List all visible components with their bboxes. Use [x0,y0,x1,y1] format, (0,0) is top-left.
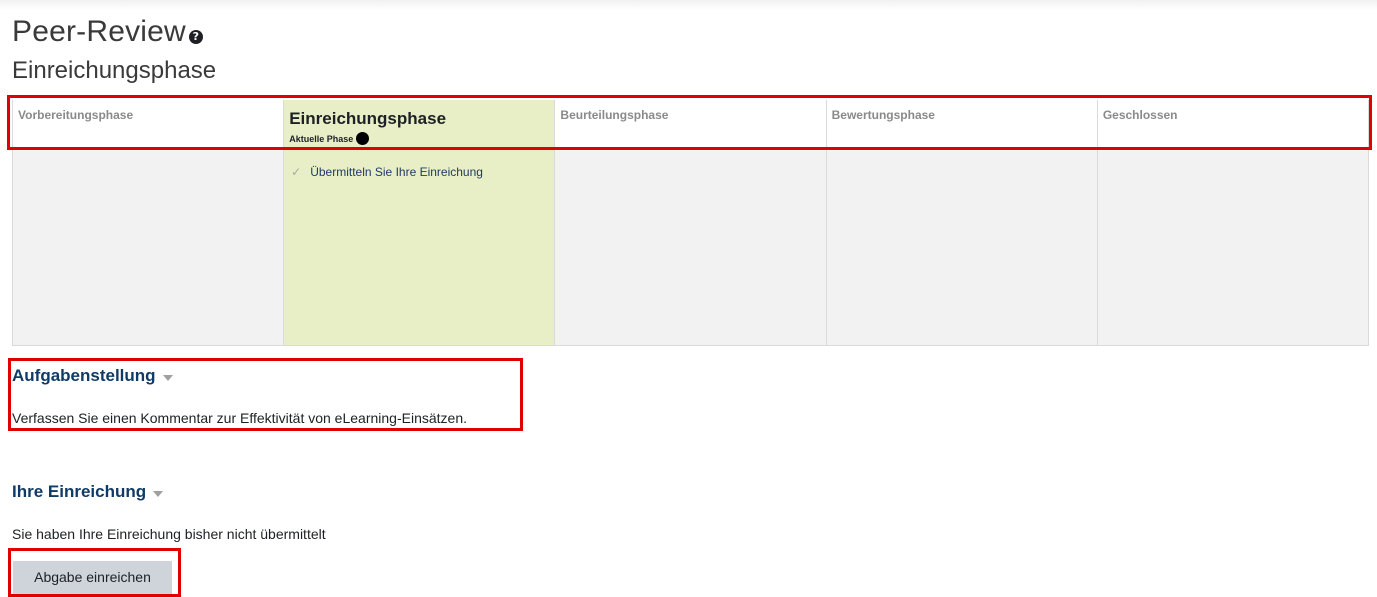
phase-tasks [1097,151,1369,345]
phase-name: Geschlossen [1102,108,1178,122]
submission-section-toggle[interactable]: Ihre Einreichung [12,482,164,502]
phase-header: Beurteilungsphase [555,100,826,151]
chevron-down-icon [153,490,164,497]
help-icon[interactable]: ? [188,30,203,44]
current-phase-dot-icon [356,132,370,145]
instructions-section-toggle[interactable]: Aufgabenstellung [12,366,173,386]
phase-name: Bewertungsphase [831,108,935,122]
phase-tasks [826,151,1097,345]
phase-tasks: ✓ Übermitteln Sie Ihre Einreichung [284,151,555,345]
task-label[interactable]: Übermitteln Sie Ihre Einreichung [310,165,483,179]
phase-header: Vorbereitungsphase [13,100,284,151]
phase-table: Vorbereitungsphase Einreichungsphase Akt… [12,100,1369,346]
phase-name: Einreichungsphase [289,109,447,128]
current-phase-text: Aktuelle Phase [289,133,354,144]
page-title: Peer-Review? [12,15,203,49]
submission-status-text: Sie haben Ihre Einreichung bisher nicht … [12,526,326,542]
pending-checkmark-icon: ✓ [291,165,302,179]
phase-column-submission: Einreichungsphase Aktuelle Phase ✓ Überm… [284,100,556,345]
phase-column-assessment: Beurteilungsphase [555,100,827,345]
current-phase-heading: Einreichungsphase [12,57,217,84]
submission-title: Ihre Einreichung [12,482,147,501]
instructions-title: Aufgabenstellung [12,366,156,385]
chevron-down-icon [162,374,173,381]
phase-tasks [13,151,284,345]
phase-column-preparation: Vorbereitungsphase [13,100,285,345]
page-title-text: Peer-Review [12,15,186,48]
phase-header: Bewertungsphase [826,100,1097,151]
phase-column-closed: Geschlossen [1097,100,1369,345]
phase-column-evaluation: Bewertungsphase [826,100,1098,345]
task-item[interactable]: ✓ Übermitteln Sie Ihre Einreichung [289,165,549,179]
instructions-text: Verfassen Sie einen Kommentar zur Effekt… [12,410,467,426]
phase-name: Beurteilungsphase [560,108,669,122]
submit-assignment-button[interactable]: Abgabe einreichen [13,561,172,594]
phase-name: Vorbereitungsphase [18,108,134,122]
current-phase-label: Aktuelle Phase [289,132,549,145]
phase-tasks [555,151,826,345]
phase-header: Einreichungsphase Aktuelle Phase [284,100,555,151]
top-shadow [0,0,1377,10]
phase-header: Geschlossen [1097,100,1369,151]
